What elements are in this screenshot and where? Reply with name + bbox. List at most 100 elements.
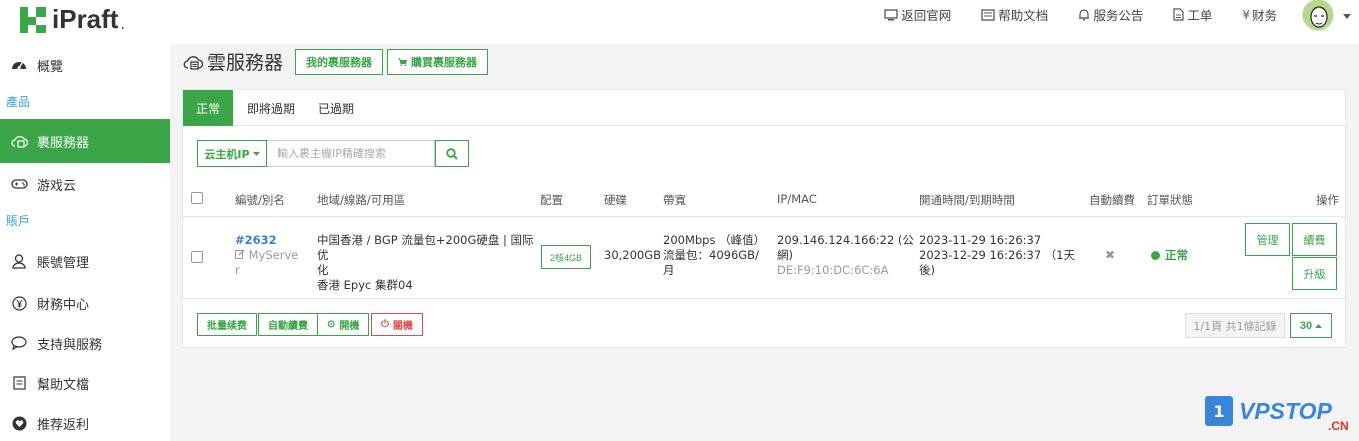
col-header-bandwidth: 帶寬 bbox=[663, 193, 686, 207]
power-on-button[interactable]: ⊙ 開機 bbox=[317, 313, 370, 336]
row-checkbox[interactable] bbox=[191, 251, 203, 263]
logo[interactable]: iPraft . bbox=[20, 4, 125, 35]
book-icon bbox=[981, 8, 995, 21]
buy-servers-label: 購買裹服務器 bbox=[411, 56, 478, 69]
row-divider bbox=[183, 216, 1345, 217]
topnav-ticket[interactable]: 工单 bbox=[1173, 5, 1212, 24]
batch-renew-button[interactable]: 批量续费 bbox=[197, 313, 257, 336]
search-filter-label: 云主机IP bbox=[204, 147, 250, 161]
gamepad-icon bbox=[10, 178, 28, 190]
bandwidth-cell: 200Mbps （峰值） 流量包：4096GB/ 月 bbox=[663, 233, 775, 278]
sidebar-item-cloud-server[interactable]: 裹服務器 bbox=[0, 119, 170, 163]
upgrade-button[interactable]: 升級 bbox=[1292, 257, 1337, 290]
server-alias[interactable]: MyServe r bbox=[235, 248, 307, 278]
my-servers-button[interactable]: 我的裹服務器 bbox=[295, 48, 384, 75]
power-on-icon: ⊙ bbox=[327, 319, 336, 330]
manage-button[interactable]: 管理 bbox=[1245, 223, 1290, 256]
watermark-text: VPSTOP bbox=[1239, 397, 1332, 424]
disk-cell: 30,200GB bbox=[604, 248, 662, 262]
open-time: 2023-11-29 16:26:37 bbox=[919, 233, 1042, 247]
topnav-announcements[interactable]: 服务公告 bbox=[1078, 5, 1143, 24]
topnav-help[interactable]: 帮助文档 bbox=[981, 5, 1048, 24]
sidebar-section-products: 產品 bbox=[6, 95, 31, 109]
power-off-icon: ⏻ bbox=[381, 319, 389, 330]
bandwidth-line-1: 200Mbps （峰值） bbox=[663, 233, 766, 247]
search-filter-dropdown[interactable]: 云主机IP bbox=[197, 140, 267, 167]
user-icon bbox=[10, 253, 28, 269]
search-bar: 云主机IP bbox=[197, 140, 469, 167]
sidebar-item-finance[interactable]: 財務中心 bbox=[0, 282, 170, 324]
topnav-announcements-label: 服务公告 bbox=[1093, 8, 1144, 23]
server-id-link[interactable]: #2632 bbox=[235, 233, 307, 248]
sidebar-item-support[interactable]: 支持與服務 bbox=[0, 322, 170, 364]
expire-time-line-2: 後) bbox=[919, 263, 935, 277]
sidebar-item-referral[interactable]: 推荐返利 bbox=[0, 402, 170, 441]
watermark-box: 1 bbox=[1205, 396, 1233, 426]
sidebar-item-referral-label: 推荐返利 bbox=[37, 417, 90, 433]
sidebar: 概覽 產品 裹服務器 游戏云 賬戶 賬號管理 財務中心 支持與服務 幫助文檔 推… bbox=[0, 44, 170, 441]
topnav-help-label: 帮助文档 bbox=[998, 8, 1049, 23]
search-input[interactable] bbox=[267, 140, 435, 167]
status-text: 正常 bbox=[1165, 248, 1188, 262]
sidebar-item-account-mgmt[interactable]: 賬號管理 bbox=[0, 240, 170, 282]
sidebar-item-cloud-server-label: 裹服務器 bbox=[37, 135, 90, 151]
sidebar-item-overview[interactable]: 概覽 bbox=[0, 44, 170, 86]
auto-renew-button[interactable]: 自動續費 bbox=[258, 313, 318, 336]
col-header-config: 配置 bbox=[540, 193, 563, 207]
region-line-1: 中国香港 / BGP 流量包+200G硬盘 | 国际优 bbox=[317, 233, 534, 262]
buy-servers-button[interactable]: 購買裹服務器 bbox=[387, 48, 489, 75]
server-alias-text: MyServe bbox=[248, 248, 299, 262]
power-off-label: 關機 bbox=[392, 321, 413, 332]
col-header-ipmac: IP/MAC bbox=[777, 192, 817, 206]
renew-button[interactable]: 續費 bbox=[1292, 223, 1337, 256]
sidebar-item-game-cloud-label: 游戏云 bbox=[37, 178, 77, 194]
col-header-region: 地域/線路/可用區 bbox=[317, 193, 406, 207]
top-nav: 返回官网 帮助文档 服务公告 工单 ¥ 财务 bbox=[854, 5, 1277, 24]
topnav-website[interactable]: 返回官网 bbox=[884, 5, 951, 24]
sidebar-item-support-label: 支持與服務 bbox=[37, 337, 103, 353]
heart-icon bbox=[10, 416, 28, 431]
region-line-3: 香港 Epyc 集群04 bbox=[317, 278, 413, 292]
search-icon bbox=[446, 147, 458, 160]
cloud-server-icon bbox=[10, 134, 28, 148]
autorenew-off-icon[interactable]: ✖ bbox=[1105, 248, 1115, 263]
tab-normal[interactable]: 正常 bbox=[183, 90, 233, 126]
bell-icon bbox=[1079, 9, 1090, 21]
sidebar-item-account-mgmt-label: 賬號管理 bbox=[37, 255, 90, 271]
sidebar-item-help-docs[interactable]: 幫助文檔 bbox=[0, 362, 170, 404]
bandwidth-line-2: 流量包：4096GB/ bbox=[663, 248, 759, 262]
page-header: 雲服務器 我的裹服務器 購買裹服務器 bbox=[183, 48, 492, 75]
ip-line-2: 網) bbox=[777, 248, 793, 262]
document-icon bbox=[1173, 8, 1184, 21]
col-header-action: 操作 bbox=[1316, 193, 1339, 207]
server-id-cell: #2632 MyServe r bbox=[235, 233, 307, 278]
sidebar-item-finance-label: 財務中心 bbox=[37, 297, 90, 313]
per-page-dropdown[interactable]: 30 bbox=[1290, 313, 1332, 338]
topnav-finance[interactable]: ¥ 财务 bbox=[1242, 5, 1277, 24]
avatar[interactable] bbox=[1302, 0, 1334, 31]
watermark-sub: .CN bbox=[1328, 419, 1349, 433]
pagination-info: 1/1頁 共1條記錄 bbox=[1185, 313, 1285, 338]
power-off-button[interactable]: ⏻ 關機 bbox=[371, 313, 423, 336]
sidebar-item-help-docs-label: 幫助文檔 bbox=[37, 377, 90, 393]
col-header-id: 編號/別名 bbox=[235, 193, 285, 207]
region-cell: 中国香港 / BGP 流量包+200G硬盘 | 国际优 化 香港 Epyc 集群… bbox=[317, 233, 539, 293]
sidebar-item-game-cloud[interactable]: 游戏云 bbox=[0, 163, 170, 205]
status-badge: 正常 bbox=[1151, 248, 1188, 263]
caret-down-icon bbox=[252, 151, 260, 156]
tab-expired[interactable]: 已過期 bbox=[311, 90, 361, 126]
chevron-down-icon[interactable] bbox=[1343, 14, 1351, 19]
page-title: 雲服務器 bbox=[207, 52, 284, 74]
search-button[interactable] bbox=[435, 140, 469, 167]
per-page-value: 30 bbox=[1299, 319, 1313, 332]
chat-icon bbox=[10, 336, 28, 350]
topnav-finance-label: 财务 bbox=[1251, 8, 1277, 23]
logo-mark-icon bbox=[20, 6, 46, 33]
select-all-checkbox[interactable] bbox=[191, 192, 203, 204]
col-header-autorenew: 自動續費 bbox=[1089, 193, 1135, 207]
config-badge: 2核4GB bbox=[541, 245, 591, 269]
logo-dot: . bbox=[120, 16, 125, 33]
tab-expiring[interactable]: 即將過期 bbox=[241, 90, 301, 126]
time-cell: 2023-11-29 16:26:37 2023-12-29 16:26:37 … bbox=[919, 233, 1084, 278]
ipmac-cell: 209.146.124.166:22 (公 網) DE:F9:10:DC:6C:… bbox=[777, 233, 917, 278]
